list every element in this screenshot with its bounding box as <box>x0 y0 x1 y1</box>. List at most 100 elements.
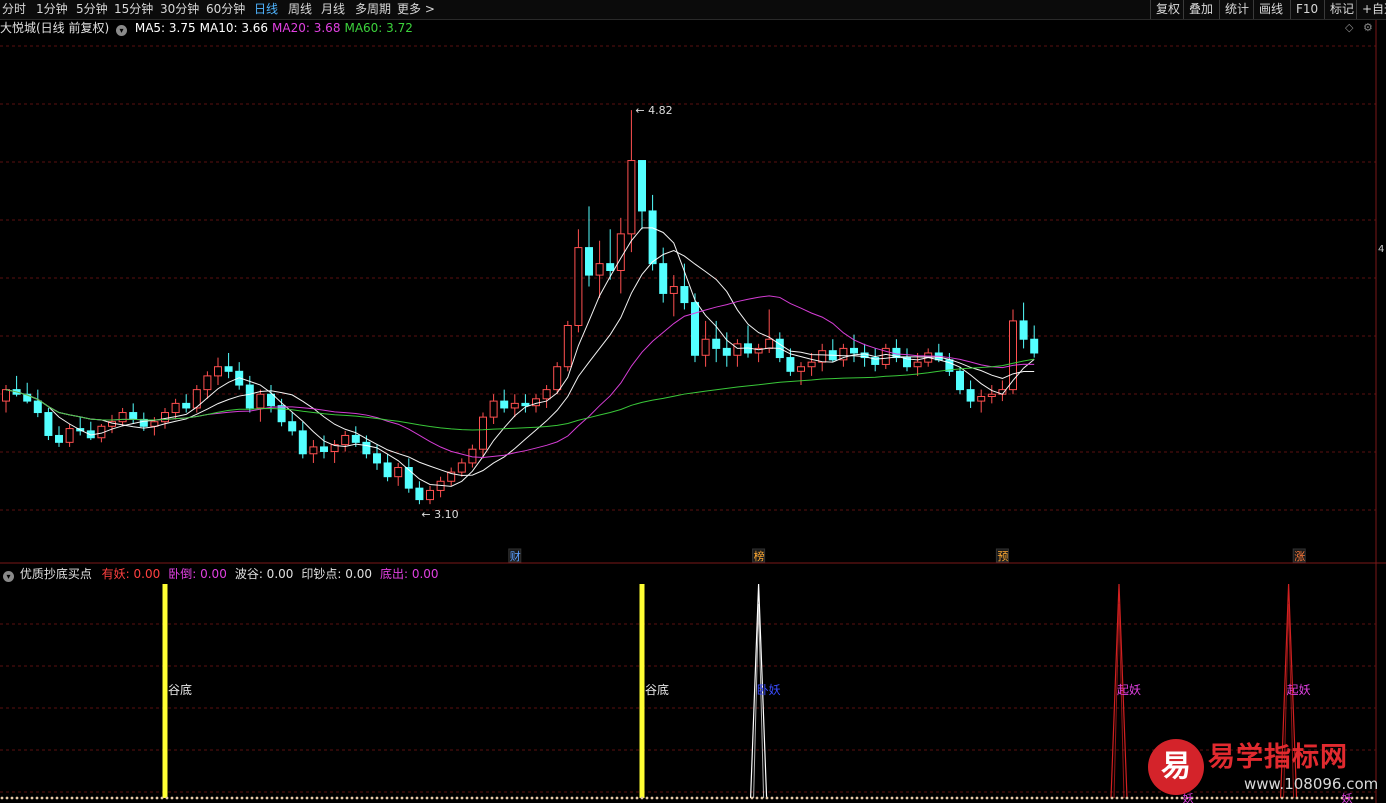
baseline-dot <box>350 796 354 800</box>
baseline-dot <box>485 796 489 800</box>
baseline-dot <box>470 796 474 800</box>
baseline-dot <box>475 796 479 800</box>
baseline-dot <box>445 796 449 800</box>
baseline-dot <box>780 796 784 800</box>
baseline-dot <box>370 796 374 800</box>
candle-body <box>65 428 74 443</box>
baseline-dot <box>1080 796 1084 800</box>
baseline-dot <box>1130 796 1134 800</box>
baseline-dot <box>185 796 189 800</box>
candle-body <box>298 430 307 455</box>
baseline-dot <box>295 796 299 800</box>
baseline-dot <box>515 796 519 800</box>
baseline-dot <box>105 796 109 800</box>
baseline-dot <box>1370 796 1374 800</box>
baseline-dot <box>395 796 399 800</box>
candle-body <box>669 286 678 294</box>
baseline-dot <box>375 796 379 800</box>
baseline-dot <box>835 796 839 800</box>
baseline-dot <box>990 796 994 800</box>
candle-body <box>256 393 265 409</box>
baseline-dot <box>610 796 614 800</box>
ma-line-ma5 <box>5 227 1035 487</box>
ma-line-ma10 <box>5 250 1035 477</box>
baseline-dot <box>310 796 314 800</box>
candle-body <box>691 302 699 356</box>
baseline-dot <box>50 796 54 800</box>
candle-body <box>44 412 53 436</box>
baseline-dot <box>170 796 174 800</box>
baseline-dot <box>300 796 304 800</box>
baseline-dot <box>480 796 484 800</box>
baseline-dot <box>100 796 104 800</box>
baseline-dot <box>930 796 934 800</box>
candle-body <box>1009 320 1017 391</box>
candle-body <box>33 400 42 414</box>
event-marker-0: 财 <box>510 549 521 563</box>
baseline-dot <box>770 796 774 800</box>
baseline-dot <box>1000 796 1004 800</box>
baseline-dot <box>550 796 554 800</box>
baseline-dot <box>915 796 919 800</box>
baseline-dot <box>315 796 319 800</box>
baseline-dot <box>320 796 324 800</box>
baseline-dot <box>95 796 99 800</box>
baseline-dot <box>245 796 249 800</box>
candle-body <box>521 402 530 407</box>
candle-body <box>129 412 138 420</box>
candle-body <box>966 389 975 402</box>
baseline-dot <box>490 796 494 800</box>
candle-body <box>479 416 487 450</box>
baseline-dot <box>250 796 254 800</box>
baseline-dot <box>665 796 669 800</box>
baseline-dot <box>525 796 529 800</box>
baseline-dot <box>720 796 724 800</box>
candle-body <box>118 412 127 423</box>
candle-body <box>1019 320 1028 340</box>
baseline-dot <box>355 796 359 800</box>
baseline-dot <box>5 796 9 800</box>
baseline-dot <box>895 796 899 800</box>
baseline-dot <box>705 796 709 800</box>
candle-body <box>542 389 551 400</box>
candle-body <box>722 347 731 356</box>
baseline-dot <box>645 796 649 800</box>
candle-body <box>574 247 583 326</box>
baseline-dot <box>795 796 799 800</box>
baseline-dot <box>530 796 534 800</box>
baseline-dot <box>1140 796 1144 800</box>
signal-label-4: 起妖 <box>1287 683 1311 697</box>
chart-canvas[interactable]: ← 4.82← 3.10财榜预涨谷底 谷底 卧妖 起妖 起妖妖妖 <box>0 0 1386 803</box>
baseline-dot <box>1030 796 1034 800</box>
baseline-dot <box>1045 796 1049 800</box>
baseline-dot <box>75 796 79 800</box>
candle-body <box>712 338 721 349</box>
baseline-dot <box>435 796 439 800</box>
baseline-dot <box>715 796 719 800</box>
baseline-dot <box>1105 796 1109 800</box>
baseline-dot <box>1015 796 1019 800</box>
baseline-dot <box>65 796 69 800</box>
baseline-dot <box>330 796 334 800</box>
baseline-dot <box>1050 796 1054 800</box>
baseline-dot <box>940 796 944 800</box>
baseline-dot <box>175 796 179 800</box>
candle-body <box>426 489 434 501</box>
watermark-url: www.108096.com <box>1244 775 1379 793</box>
baseline-dot <box>1125 796 1129 800</box>
candle-body <box>489 400 498 418</box>
candle-body <box>182 402 191 409</box>
baseline-dot <box>450 796 454 800</box>
signal-bar-1 <box>639 584 645 798</box>
baseline-dot <box>60 796 64 800</box>
baseline-dot <box>880 796 884 800</box>
candle-body <box>850 347 858 354</box>
baseline-dot <box>260 796 264 800</box>
baseline-dot <box>890 796 894 800</box>
baseline-dot <box>875 796 879 800</box>
baseline-dot <box>30 796 34 800</box>
baseline-dot <box>670 796 674 800</box>
baseline-dot <box>430 796 434 800</box>
candle-body <box>765 338 774 349</box>
candle-body <box>680 286 689 304</box>
